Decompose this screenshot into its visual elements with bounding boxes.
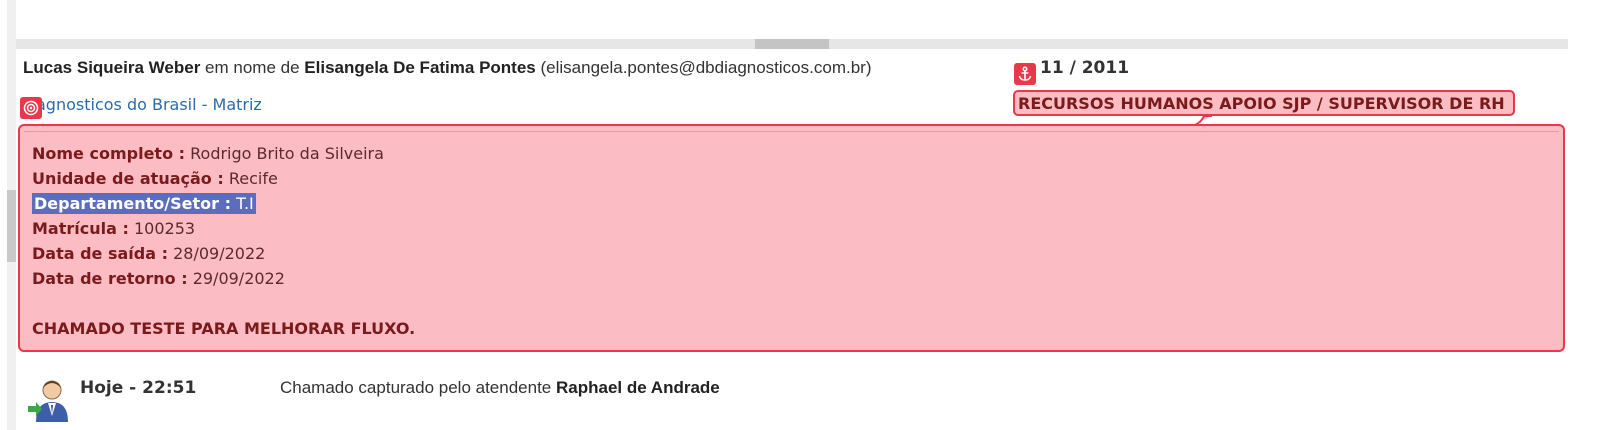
field-departamento: Departamento/Setor : T.I (32, 191, 415, 216)
anchor-icon (1014, 63, 1036, 85)
ticket-date: 11 / 2011 (1040, 58, 1130, 78)
vertical-scrollbar-thumb[interactable] (7, 190, 16, 262)
requester-name: Lucas Siqueira Weber (23, 58, 201, 77)
beneficiary-name: Elisangela De Fatima Pontes (304, 58, 536, 77)
field-data-retorno: Data de retorno : 29/09/2022 (32, 269, 285, 288)
company-link[interactable]: agnosticos do Brasil - Matriz (23, 95, 283, 114)
field-matricula: Matrícula : 100253 (32, 219, 196, 238)
timeline-event: Hoje - 22:51 Chamado capturado pelo aten… (24, 372, 1564, 422)
field-unidade: Unidade de atuação : Recife (32, 169, 278, 188)
horizontal-scrollbar-thumb[interactable] (755, 39, 829, 49)
on-behalf-text: em nome de (205, 58, 300, 77)
description-note: CHAMADO TESTE PARA MELHORAR FLUXO. (32, 319, 416, 338)
company-link-text: agnosticos do Brasil - Matriz (36, 95, 262, 114)
agent-name: Raphael de Andrade (556, 378, 720, 397)
description-top-rule (24, 131, 1559, 132)
target-icon (20, 97, 42, 119)
ticket-requester-line: Lucas Siqueira Weber em nome de Elisange… (23, 58, 871, 78)
field-nome-completo: Nome completo : Rodrigo Brito da Silveir… (32, 144, 384, 163)
field-data-saida: Data de saída : 28/09/2022 (32, 244, 266, 263)
department-text: RECURSOS HUMANOS APOIO SJP / SUPERVISOR … (1018, 94, 1505, 113)
text-selection: Departamento/Setor : T.I (32, 193, 256, 214)
event-text: Chamado capturado pelo atendente Raphael… (280, 378, 720, 397)
beneficiary-email: (elisangela.pontes@dbdiagnosticos.com.br… (540, 58, 872, 77)
event-time: Hoje - 22:51 (80, 378, 197, 398)
user-agent-icon (28, 380, 68, 422)
ticket-description: Nome completo : Rodrigo Brito da Silveir… (32, 141, 415, 341)
